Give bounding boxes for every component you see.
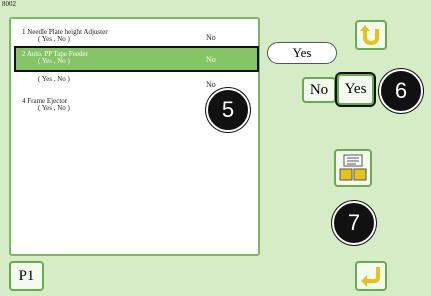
list-item[interactable]: 1 Needle Plate height Adjuster ( Yes , N… <box>16 26 257 48</box>
screen-id: 8002 <box>2 0 16 8</box>
list-item-selected[interactable]: 2 Auto. PP Tape Feeder ( Yes , No ) No <box>14 46 259 72</box>
item-options: ( Yes , No ) <box>38 75 70 83</box>
back-button[interactable] <box>355 20 387 50</box>
callout-7: 7 <box>332 201 376 245</box>
settings-list: 1 Needle Plate height Adjuster ( Yes , N… <box>9 17 260 256</box>
page-button[interactable]: P1 <box>9 261 44 291</box>
ok-button[interactable] <box>355 261 387 291</box>
settings-button[interactable] <box>334 149 372 187</box>
machine-settings-icon <box>339 154 367 181</box>
yes-button[interactable]: Yes <box>335 72 376 107</box>
item-value: No <box>206 33 216 42</box>
callout-6: 6 <box>379 69 423 113</box>
enter-arrow-icon <box>361 267 380 287</box>
callout-5: 5 <box>206 88 250 132</box>
item-value: No <box>206 55 216 64</box>
no-button[interactable]: No <box>302 77 336 103</box>
return-arrow-icon <box>360 25 379 46</box>
current-value-display: Yes <box>267 42 337 64</box>
item-options: ( Yes , No ) <box>38 57 70 65</box>
item-options: ( Yes , No ) <box>38 104 70 112</box>
item-value: No <box>206 80 216 89</box>
item-options: ( Yes , No ) <box>38 35 70 43</box>
